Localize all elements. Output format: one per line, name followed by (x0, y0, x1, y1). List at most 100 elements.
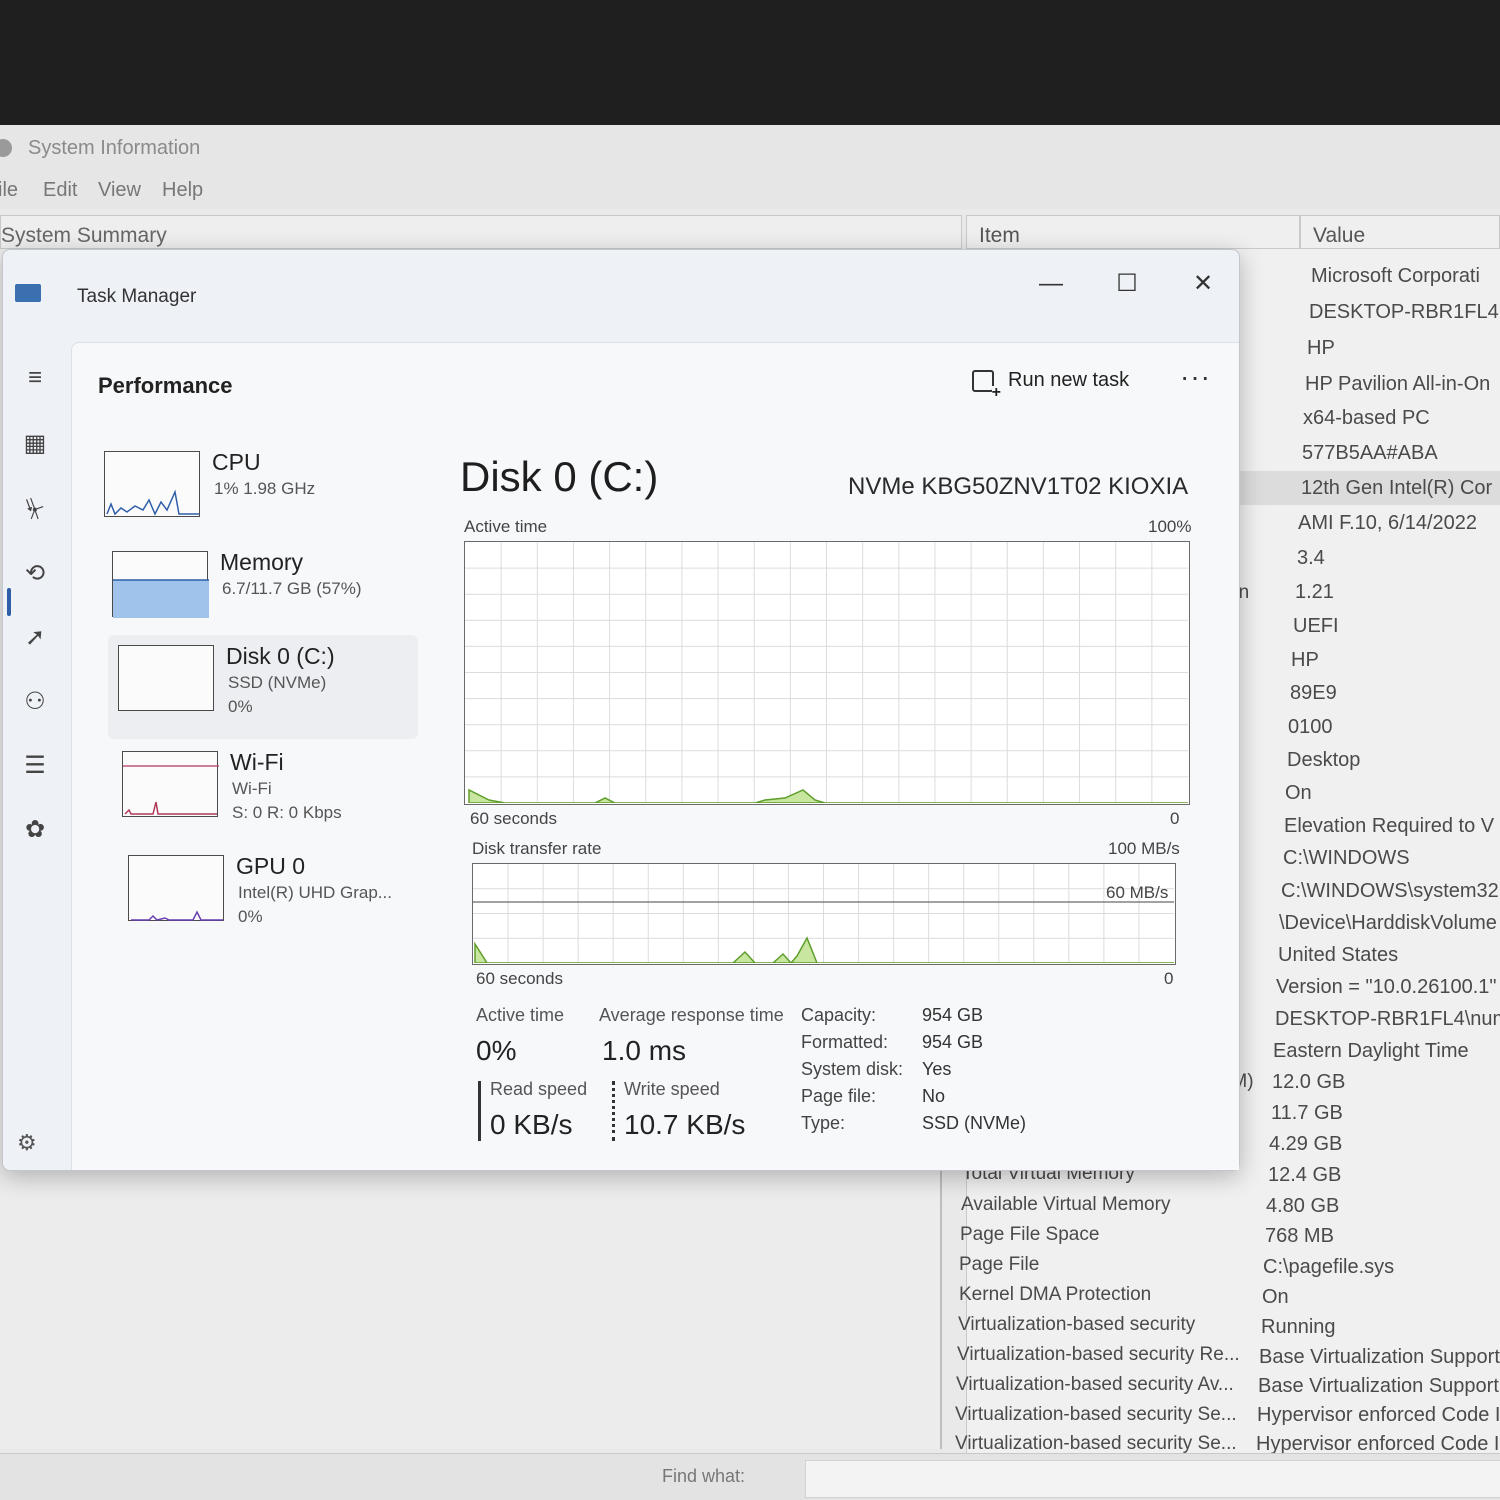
menu-view[interactable]: View (98, 179, 141, 202)
menu-edit[interactable]: Edit (43, 179, 77, 202)
find-label: Find what: (662, 1466, 746, 1486)
details-icon[interactable]: ☰ (17, 748, 53, 784)
system-info-value: Elevation Required to V (1284, 815, 1495, 837)
write-speed-label: Write speed (624, 1079, 720, 1099)
resource-cpu[interactable]: CPU 1% 1.98 GHz (94, 441, 414, 537)
transfer-rate-graph-max: 100 MB/s (1108, 839, 1180, 858)
menu-help[interactable]: Help (162, 179, 203, 202)
system-info-item: Page File Space (960, 1224, 1100, 1245)
hamburger-menu-icon[interactable]: ≡ (17, 360, 53, 396)
read-speed-legend-line (478, 1081, 481, 1141)
close-button[interactable]: ✕ (1173, 264, 1233, 304)
menu-file[interactable]: ile (0, 179, 18, 202)
system-info-value: UEFI (1293, 615, 1339, 637)
system-info-menubar: ile Edit View Help (0, 173, 1500, 209)
users-icon[interactable]: ⚇ (17, 684, 53, 720)
performance-icon[interactable]: ⏧ (17, 492, 53, 528)
disk-property-value: 954 GB (922, 1005, 984, 1025)
active-time-x-min: 0 (1170, 809, 1180, 828)
active-time-stat-label: Active time (476, 1005, 565, 1025)
system-info-value: 768 MB (1265, 1225, 1334, 1247)
resource-name: Disk 0 (C:) (226, 643, 335, 669)
performance-panel: Performance Run new task ··· CPU 1% 1.98… (71, 342, 1239, 1170)
task-manager-window: Task Manager — ☐ ✕ ≡ ▦ ⏧ ⟲ ➚ ⚇ ☰ ✿ ⚙ Per… (2, 249, 1240, 1171)
maximize-button[interactable]: ☐ (1097, 264, 1157, 304)
settings-gear-icon[interactable]: ⚙ (17, 1130, 37, 1156)
system-info-value: x64-based PC (1303, 407, 1430, 429)
avg-response-value: 1.0 ms (602, 1035, 687, 1066)
system-info-value: Version = "10.0.26100.1" (1276, 976, 1497, 998)
system-info-value: 0100 (1288, 716, 1333, 738)
disk-property-value: SSD (NVMe) (922, 1113, 1027, 1133)
active-time-x-label: 60 seconds (470, 809, 557, 828)
active-time-graph (464, 541, 1190, 805)
minimize-button[interactable]: — (1021, 264, 1081, 304)
write-speed-value: 10.7 KB/s (624, 1109, 746, 1140)
transfer-rate-graph (472, 863, 1176, 965)
processes-icon[interactable]: ▦ (17, 426, 53, 462)
disk-property-value: 954 GB (922, 1032, 984, 1052)
write-speed-legend-line (612, 1081, 615, 1141)
system-info-value: Hypervisor enforced Code In (1257, 1404, 1500, 1426)
page-title: Performance (98, 373, 233, 398)
system-info-item: Kernel DMA Protection (959, 1284, 1152, 1305)
system-info-value: C:\WINDOWS (1283, 847, 1410, 869)
services-icon[interactable]: ✿ (17, 812, 53, 848)
system-info-title: System Information (28, 137, 201, 159)
resource-detail: Wi-Fi (232, 779, 272, 798)
system-info-value: 12.0 GB (1272, 1071, 1346, 1093)
transfer-rate-grid (473, 864, 1174, 963)
gpu-thumb-line (131, 910, 223, 921)
disk-property-key: Capacity: (801, 1005, 877, 1025)
transfer-rate-x-label: 60 seconds (476, 969, 563, 988)
resource-disk-0[interactable]: Disk 0 (C:) SSD (NVMe) 0% (108, 635, 418, 739)
resource-throughput: S: 0 R: 0 Kbps (232, 803, 342, 822)
run-new-task-button[interactable]: Run new task (972, 369, 1130, 400)
disk-property-key: Formatted: (801, 1032, 889, 1052)
disk-property-key: System disk: (801, 1059, 904, 1079)
app-history-icon[interactable]: ⟲ (17, 556, 53, 592)
column-header-value[interactable]: Value (1300, 215, 1500, 249)
run-task-icon (972, 369, 1001, 400)
transfer-rate-x-min: 0 (1164, 969, 1174, 988)
system-info-item: Virtualization-based security Se... (955, 1433, 1237, 1454)
resource-gpu-0[interactable]: GPU 0 Intel(R) UHD Grap... 0% (118, 845, 438, 941)
resource-name: CPU (212, 449, 261, 475)
system-info-value: HP Pavilion All-in-On (1305, 373, 1491, 395)
system-info-item: Available Virtual Memory (961, 1194, 1171, 1215)
system-info-value: HP (1291, 649, 1319, 671)
run-new-task-label: Run new task (1008, 369, 1130, 391)
system-info-value: C:\WINDOWS\system32 (1281, 880, 1499, 902)
system-info-value: On (1285, 782, 1312, 804)
column-header-item[interactable]: Item (966, 215, 1300, 249)
system-info-item: Page File (959, 1254, 1040, 1275)
system-info-value: 89E9 (1290, 682, 1337, 704)
disk-property-key: Page file: (801, 1086, 877, 1106)
cpu-thumbnail-graph (104, 451, 200, 517)
system-summary-node[interactable]: System Summary (0, 215, 962, 249)
active-time-grid (465, 542, 1188, 803)
startup-apps-icon[interactable]: ➚ (17, 620, 53, 656)
system-info-value: 3.4 (1297, 547, 1325, 569)
system-info-value: 11.7 GB (1271, 1102, 1343, 1124)
system-info-value: AMI F.10, 6/14/2022 (1298, 512, 1478, 534)
resource-wifi[interactable]: Wi-Fi Wi-Fi S: 0 R: 0 Kbps (112, 741, 432, 837)
system-info-item: Virtualization-based security Re... (957, 1344, 1240, 1365)
find-input[interactable] (805, 1460, 1500, 1498)
system-info-value: Base Virtualization Support, (1258, 1375, 1500, 1397)
resource-name: GPU 0 (236, 853, 306, 879)
system-info-value: 12th Gen Intel(R) Cor (1301, 477, 1493, 499)
active-time-graph-label: Active time (464, 517, 548, 536)
transfer-rate-graph-label: Disk transfer rate (472, 839, 602, 858)
resource-memory[interactable]: Memory 6.7/11.7 GB (57%) (102, 541, 422, 637)
resource-name: Memory (220, 549, 304, 575)
active-time-graph-max: 100% (1148, 517, 1192, 536)
disk-title: Disk 0 (C:) (460, 453, 659, 500)
more-options-icon[interactable]: ··· (1180, 361, 1211, 393)
resource-name: Wi-Fi (230, 749, 284, 775)
system-info-value: Microsoft Corporati (1311, 265, 1480, 287)
nav-selection-indicator (7, 588, 11, 616)
system-info-value: C:\pagefile.sys (1263, 1256, 1395, 1278)
system-info-value: 4.29 GB (1269, 1133, 1343, 1155)
system-info-value: 1.21 (1295, 581, 1334, 603)
